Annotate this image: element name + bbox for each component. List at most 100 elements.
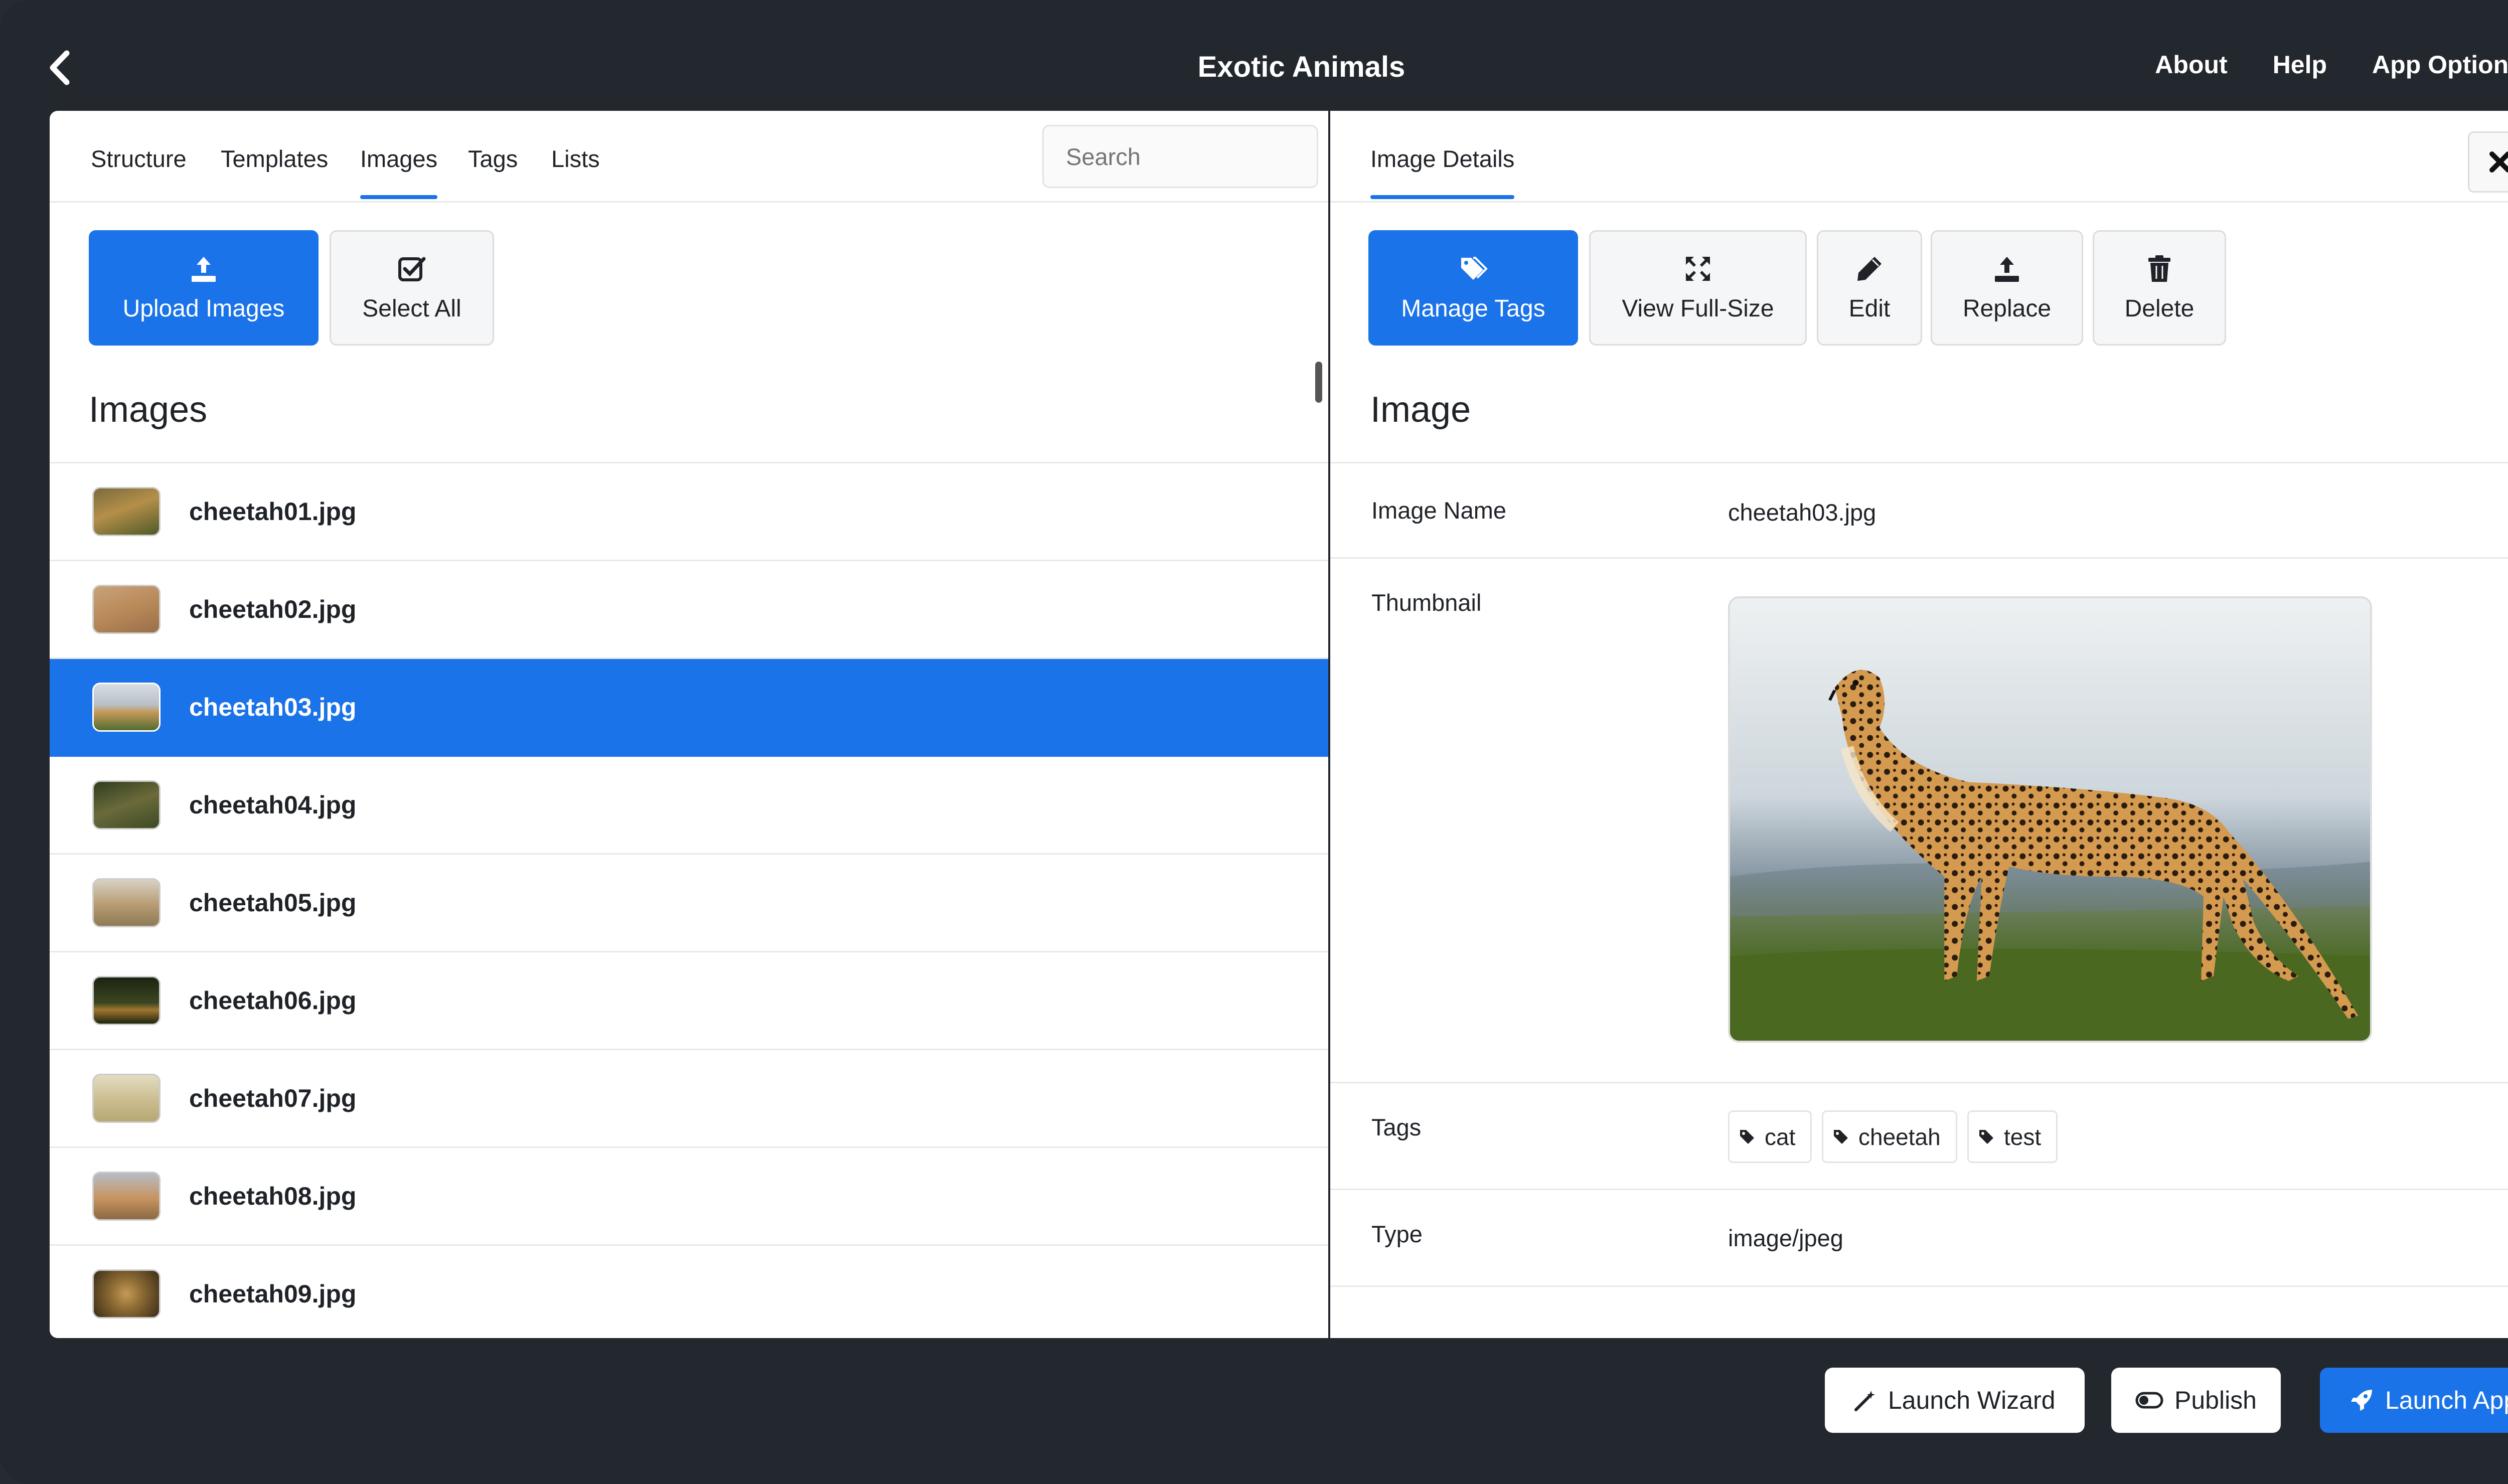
image-thumbnail bbox=[92, 878, 161, 927]
image-row[interactable]: cheetah09.jpg bbox=[50, 1246, 1328, 1338]
images-heading: Images bbox=[89, 390, 208, 430]
image-row[interactable]: cheetah01.jpg bbox=[50, 463, 1328, 561]
image-preview[interactable] bbox=[1728, 596, 2372, 1043]
tab-lists[interactable]: Lists bbox=[551, 145, 600, 173]
close-button[interactable] bbox=[2468, 131, 2508, 193]
image-filename: cheetah02.jpg bbox=[189, 595, 357, 623]
magic-wand-icon bbox=[1854, 1391, 1875, 1411]
replace-button[interactable]: Replace bbox=[1931, 230, 2083, 346]
tag-icon bbox=[1834, 1129, 1848, 1144]
tags-icon bbox=[1461, 256, 1488, 280]
launch-app-button[interactable]: Launch App bbox=[2320, 1368, 2508, 1433]
image-row[interactable]: cheetah04.jpg bbox=[50, 757, 1328, 855]
publish-label: Publish bbox=[2174, 1386, 2257, 1414]
tag-chip[interactable]: cheetah bbox=[1822, 1110, 1957, 1163]
tags-label: Tags bbox=[1371, 1114, 1422, 1140]
image-thumbnail bbox=[92, 1172, 161, 1221]
upload-icon bbox=[192, 256, 216, 282]
image-row[interactable]: cheetah06.jpg bbox=[50, 952, 1328, 1050]
type-value: image/jpeg bbox=[1728, 1225, 1843, 1251]
image-thumbnail bbox=[92, 683, 161, 732]
upload-icon bbox=[1995, 256, 2019, 282]
manage-tags-label: Manage Tags bbox=[1401, 295, 1545, 322]
tab-structure[interactable]: Structure bbox=[91, 145, 187, 173]
tags-row: Tags cat cheetah test bbox=[1330, 1082, 2508, 1189]
app-options-label: App Options bbox=[2372, 51, 2508, 79]
type-label: Type bbox=[1371, 1221, 1423, 1247]
image-thumbnail bbox=[92, 780, 161, 830]
image-row[interactable]: cheetah07.jpg bbox=[50, 1050, 1328, 1148]
tag-icon bbox=[1979, 1129, 1993, 1144]
manage-tags-button[interactable]: Manage Tags bbox=[1368, 230, 1578, 346]
image-filename: cheetah06.jpg bbox=[189, 986, 357, 1015]
edit-label: Edit bbox=[1848, 295, 1891, 322]
help-link[interactable]: Help bbox=[2273, 50, 2327, 79]
image-name-row: Image Name cheetah03.jpg bbox=[1330, 462, 2508, 557]
edit-button[interactable]: Edit bbox=[1817, 230, 1922, 346]
image-row[interactable]: cheetah03.jpg bbox=[50, 659, 1328, 757]
close-icon bbox=[2489, 151, 2508, 173]
image-filename: cheetah07.jpg bbox=[189, 1084, 357, 1112]
upload-images-label: Upload Images bbox=[122, 295, 285, 322]
image-list: cheetah01.jpg cheetah02.jpg cheetah03.jp… bbox=[50, 462, 1328, 1338]
app-title: Exotic Animals bbox=[1197, 51, 1405, 83]
tag-label: cat bbox=[1765, 1123, 1796, 1150]
image-filename: cheetah03.jpg bbox=[189, 693, 357, 721]
images-panel: Structure Templates Images Tags Lists Up… bbox=[50, 111, 1328, 1338]
launch-wizard-button[interactable]: Launch Wizard bbox=[1825, 1368, 2085, 1433]
search-input[interactable] bbox=[1042, 125, 1318, 188]
tag-chip[interactable]: test bbox=[1967, 1110, 2058, 1163]
right-tabs: Image Details bbox=[1330, 111, 2508, 203]
tag-label: cheetah bbox=[1858, 1123, 1941, 1150]
image-name-value: cheetah03.jpg bbox=[1728, 499, 1876, 526]
checkbox-icon bbox=[398, 257, 426, 281]
image-filename: cheetah04.jpg bbox=[189, 791, 357, 819]
tab-images[interactable]: Images bbox=[360, 145, 438, 199]
image-row[interactable]: cheetah05.jpg bbox=[50, 855, 1328, 952]
app-options-menu[interactable]: App Options bbox=[2372, 50, 2508, 79]
image-row[interactable]: cheetah08.jpg bbox=[50, 1148, 1328, 1246]
pencil-icon bbox=[1857, 256, 1882, 281]
publish-button[interactable]: Publish bbox=[2111, 1368, 2281, 1433]
tag-chip[interactable]: cat bbox=[1728, 1110, 1812, 1163]
image-filename: cheetah08.jpg bbox=[189, 1182, 357, 1210]
tab-tags[interactable]: Tags bbox=[468, 145, 518, 173]
type-row: Type image/jpeg bbox=[1330, 1189, 2508, 1287]
delete-label: Delete bbox=[2124, 295, 2194, 322]
image-filename: cheetah05.jpg bbox=[189, 889, 357, 917]
image-filename: cheetah09.jpg bbox=[189, 1280, 357, 1308]
view-full-size-button[interactable]: View Full-Size bbox=[1589, 230, 1807, 346]
image-details-panel: Image Details Manage Tags View Full-Size… bbox=[1330, 111, 2508, 1338]
select-all-label: Select All bbox=[362, 295, 461, 322]
left-tabs: Structure Templates Images Tags Lists bbox=[50, 111, 1328, 203]
image-thumbnail bbox=[92, 585, 161, 634]
view-full-size-label: View Full-Size bbox=[1622, 295, 1774, 322]
select-all-button[interactable]: Select All bbox=[330, 230, 494, 346]
replace-label: Replace bbox=[1962, 295, 2052, 322]
trash-icon bbox=[2148, 255, 2170, 282]
thumbnail-label: Thumbnail bbox=[1371, 589, 1482, 616]
tab-image-details[interactable]: Image Details bbox=[1370, 145, 1515, 199]
thumbnail-row: Thumbnail bbox=[1330, 557, 2508, 1082]
image-thumbnail bbox=[92, 1269, 161, 1318]
tag-label: test bbox=[2004, 1123, 2042, 1150]
tab-templates[interactable]: Templates bbox=[221, 145, 328, 173]
image-filename: cheetah01.jpg bbox=[189, 498, 357, 526]
image-thumbnail bbox=[92, 487, 161, 536]
left-scrollbar[interactable] bbox=[1315, 362, 1322, 403]
top-nav: About Help App Options bbox=[2155, 50, 2508, 79]
about-link[interactable]: About bbox=[2155, 50, 2227, 79]
tag-icon bbox=[1740, 1129, 1754, 1144]
image-thumbnail bbox=[92, 1074, 161, 1123]
image-row[interactable]: cheetah02.jpg bbox=[50, 561, 1328, 659]
expand-icon bbox=[1686, 256, 1710, 281]
toggle-icon bbox=[2135, 1392, 2163, 1409]
launch-app-label: Launch App bbox=[2385, 1386, 2508, 1414]
image-name-label: Image Name bbox=[1371, 497, 1507, 524]
delete-button[interactable]: Delete bbox=[2093, 230, 2226, 346]
image-thumbnail bbox=[92, 976, 161, 1025]
upload-images-button[interactable]: Upload Images bbox=[89, 230, 319, 346]
launch-wizard-label: Launch Wizard bbox=[1888, 1386, 2056, 1414]
app-window: Exotic Animals About Help App Options St… bbox=[0, 0, 2508, 1484]
image-heading: Image bbox=[1370, 390, 1471, 430]
